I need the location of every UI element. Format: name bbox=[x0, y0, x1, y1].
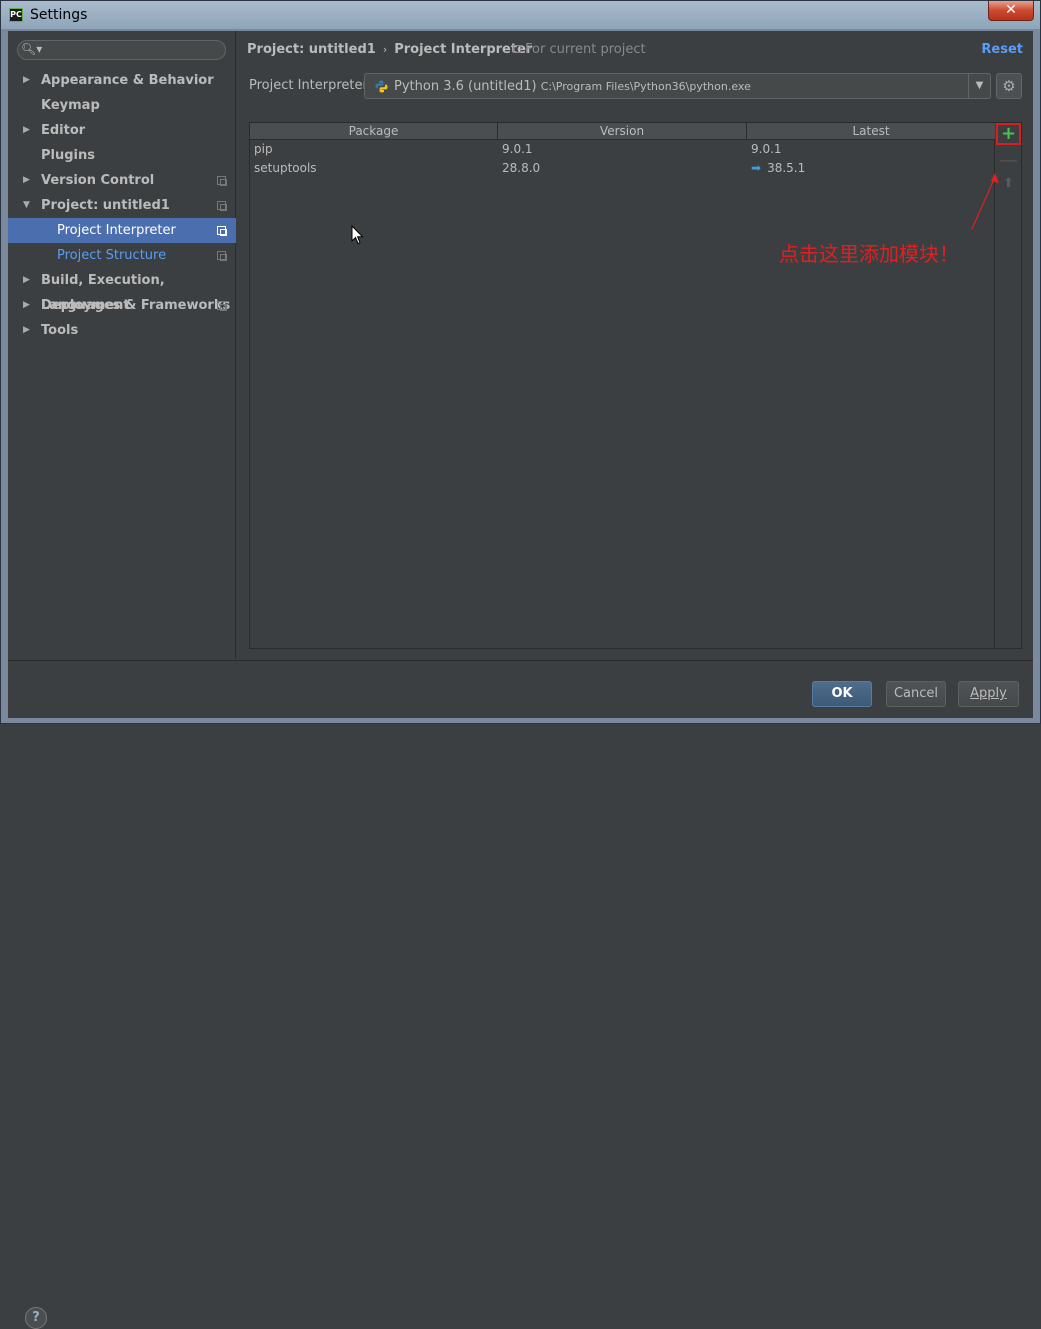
pycharm-icon: PC bbox=[9, 8, 23, 22]
table-row[interactable]: pip 9.0.1 9.0.1 bbox=[250, 140, 995, 159]
scope-note: For current project bbox=[513, 42, 646, 57]
project-scope-icon bbox=[217, 226, 227, 236]
sidebar-item-keymap[interactable]: Keymap bbox=[8, 93, 236, 118]
chevron-down-icon[interactable]: ▼ bbox=[968, 74, 990, 98]
expand-arrow-icon: ▶ bbox=[23, 75, 30, 85]
window-title: Settings bbox=[30, 7, 88, 23]
table-row[interactable]: setuptools 28.8.0 ➡ 38.5.1 bbox=[250, 159, 995, 178]
cancel-button[interactable]: Cancel bbox=[886, 681, 946, 707]
dialog-footer: ? OK Cancel Apply bbox=[8, 660, 1033, 1329]
project-scope-icon bbox=[513, 45, 521, 53]
package-latest: 9.0.1 bbox=[751, 142, 782, 156]
annotation-arrow bbox=[971, 173, 999, 230]
reset-link[interactable]: Reset bbox=[981, 42, 1023, 57]
settings-sidebar: 🔍︎▾ ▶ Appearance & Behavior Keymap ▶ Edi… bbox=[8, 31, 236, 659]
search-icon: 🔍︎▾ bbox=[21, 42, 43, 56]
project-scope-icon bbox=[217, 251, 227, 261]
breadcrumb: Project: untitled1 › Project Interpreter bbox=[247, 42, 532, 57]
sidebar-item-tools[interactable]: ▶ Tools bbox=[8, 318, 236, 343]
interpreter-label: Project Interpreter: bbox=[249, 78, 373, 93]
project-scope-icon bbox=[217, 201, 227, 211]
sidebar-item-label: Project: untitled1 bbox=[41, 198, 170, 213]
project-scope-icon bbox=[217, 301, 227, 311]
main-panel: Project: untitled1 › Project Interpreter F… bbox=[237, 31, 1033, 659]
close-button[interactable]: ✕ bbox=[988, 1, 1034, 21]
upgrade-available-icon: ➡ bbox=[751, 161, 762, 175]
gear-icon[interactable]: ⚙ bbox=[996, 73, 1022, 99]
packages-table-container: Package Version Latest pip 9.0.1 9.0.1 s… bbox=[249, 122, 1022, 649]
annotation-text: 点击这里添加模块！ bbox=[779, 242, 959, 266]
mouse-cursor-icon bbox=[351, 225, 364, 245]
title-bar: PC Settings ✕ bbox=[1, 1, 1040, 29]
sidebar-item-appearance-behavior[interactable]: ▶ Appearance & Behavior bbox=[8, 68, 236, 93]
sidebar-item-label: Tools bbox=[41, 323, 79, 338]
expand-arrow-icon: ▶ bbox=[23, 175, 30, 185]
scope-label: For current project bbox=[525, 42, 646, 57]
apply-button[interactable]: Apply bbox=[958, 681, 1019, 707]
sidebar-item-build-execution-deployment[interactable]: ▶ Build, Execution, Deployment bbox=[8, 268, 236, 313]
packages-table: Package Version Latest pip 9.0.1 9.0.1 s… bbox=[250, 123, 995, 648]
sidebar-item-label: Project Structure bbox=[57, 248, 167, 263]
package-version: 28.8.0 bbox=[502, 161, 541, 175]
package-latest-cell: ➡ 38.5.1 bbox=[751, 159, 805, 178]
project-scope-icon bbox=[217, 176, 227, 186]
remove-package-button[interactable]: — bbox=[996, 150, 1021, 171]
help-button[interactable]: ? bbox=[25, 1307, 47, 1329]
breadcrumb-separator-icon: › bbox=[382, 43, 388, 56]
sidebar-item-label: Project Interpreter bbox=[57, 223, 176, 238]
sidebar-item-project-interpreter[interactable]: Project Interpreter bbox=[8, 218, 236, 243]
interpreter-select[interactable]: Python 3.6 (untitled1) C:\Program Files\… bbox=[364, 73, 991, 99]
expand-arrow-icon: ▶ bbox=[23, 275, 30, 285]
sidebar-item-editor[interactable]: ▶ Editor bbox=[8, 118, 236, 143]
interpreter-name: Python 3.6 (untitled1) bbox=[394, 79, 537, 94]
add-package-button[interactable]: + bbox=[996, 123, 1021, 145]
python-icon bbox=[375, 80, 388, 93]
sidebar-item-label: Appearance & Behavior bbox=[41, 73, 214, 88]
sidebar-item-label: Version Control bbox=[41, 173, 155, 188]
breadcrumb-page: Project Interpreter bbox=[394, 42, 533, 57]
sidebar-item-project-structure[interactable]: Project Structure bbox=[8, 243, 236, 268]
package-name: pip bbox=[254, 142, 273, 156]
ok-button[interactable]: OK bbox=[812, 681, 872, 707]
interpreter-path: C:\Program Files\Python36\python.exe bbox=[540, 80, 751, 93]
sidebar-item-label: Editor bbox=[41, 123, 86, 138]
package-version: 9.0.1 bbox=[502, 142, 533, 156]
sidebar-item-label: Keymap bbox=[41, 98, 100, 113]
dialog-content: 🔍︎▾ ▶ Appearance & Behavior Keymap ▶ Edi… bbox=[8, 31, 1033, 1329]
package-name: setuptools bbox=[254, 161, 317, 175]
sidebar-item-project-untitled1[interactable]: ▼ Project: untitled1 bbox=[8, 193, 236, 218]
expand-arrow-icon: ▶ bbox=[23, 125, 30, 135]
settings-window: PC Settings ✕ 🔍︎▾ ▶ Appearance & Behavio… bbox=[0, 0, 1041, 1329]
sidebar-item-label: Languages & Frameworks bbox=[41, 298, 231, 313]
sidebar-item-plugins[interactable]: Plugins bbox=[8, 143, 236, 168]
search-input[interactable]: 🔍︎▾ bbox=[17, 40, 226, 60]
collapse-arrow-icon: ▼ bbox=[23, 200, 30, 210]
breadcrumb-project: Project: untitled1 bbox=[247, 42, 376, 57]
column-header-package[interactable]: Package bbox=[250, 123, 498, 140]
sidebar-item-version-control[interactable]: ▶ Version Control bbox=[8, 168, 236, 193]
package-latest: 38.5.1 bbox=[767, 161, 806, 175]
column-header-version[interactable]: Version bbox=[498, 123, 747, 140]
table-header: Package Version Latest bbox=[250, 123, 995, 140]
column-header-latest[interactable]: Latest bbox=[747, 123, 995, 140]
expand-arrow-icon: ▶ bbox=[23, 325, 30, 335]
expand-arrow-icon: ▶ bbox=[23, 300, 30, 310]
interpreter-value: Python 3.6 (untitled1) C:\Program Files\… bbox=[394, 79, 751, 94]
sidebar-item-label: Plugins bbox=[41, 148, 95, 163]
sidebar-item-languages-frameworks[interactable]: ▶ Languages & Frameworks bbox=[8, 293, 236, 318]
